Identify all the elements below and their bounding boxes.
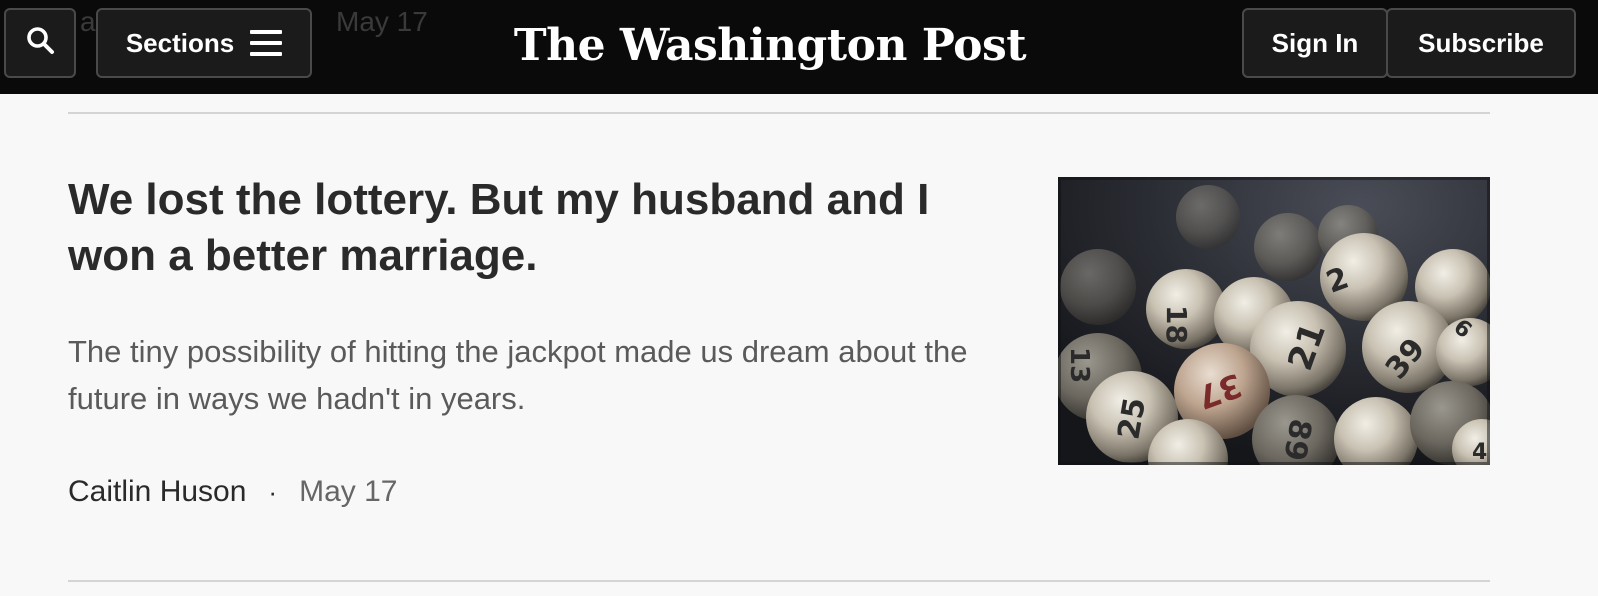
svg-text:18: 18 <box>1160 305 1193 344</box>
svg-text:4: 4 <box>1472 440 1487 465</box>
obscured-text: a <box>80 6 96 37</box>
article-headline[interactable]: We lost the lottery. But my husband and … <box>68 172 988 284</box>
svg-text:25: 25 <box>1111 395 1153 442</box>
lottery-ball <box>1176 185 1240 249</box>
article-summary: The tiny possibility of hitting the jack… <box>68 334 968 416</box>
sign-in-button[interactable]: Sign In <box>1242 8 1388 78</box>
page: a May 17 Sections The Washington Post Si… <box>0 0 1598 596</box>
hamburger-menu-icon <box>250 30 283 56</box>
search-button[interactable] <box>4 8 76 78</box>
lottery-ball <box>1254 213 1322 281</box>
svg-text:89: 89 <box>1276 416 1318 463</box>
sections-button[interactable]: Sections <box>96 8 312 78</box>
top-navigation-bar: a May 17 Sections The Washington Post Si… <box>0 0 1598 94</box>
author-link[interactable]: Caitlin Huson <box>68 475 246 508</box>
divider <box>68 580 1490 582</box>
subscribe-button[interactable]: Subscribe <box>1386 8 1576 78</box>
article-image-lottery-balls[interactable]: 18 2 13 39 6 21 37 25 89 4 <box>1058 177 1490 465</box>
svg-text:13: 13 <box>1064 347 1094 383</box>
obscured-date: May 17 <box>336 6 428 37</box>
sections-label: Sections <box>125 27 235 58</box>
lottery-ball: 18 <box>1146 269 1226 349</box>
publish-date: May 17 <box>299 475 398 508</box>
byline: Caitlin Huson · May 17 <box>68 472 397 512</box>
byline-separator: · <box>268 477 278 507</box>
divider <box>68 112 1490 114</box>
search-icon <box>25 25 55 62</box>
washington-post-logo[interactable]: The Washington Post <box>514 10 1027 80</box>
lottery-ball <box>1060 249 1136 325</box>
